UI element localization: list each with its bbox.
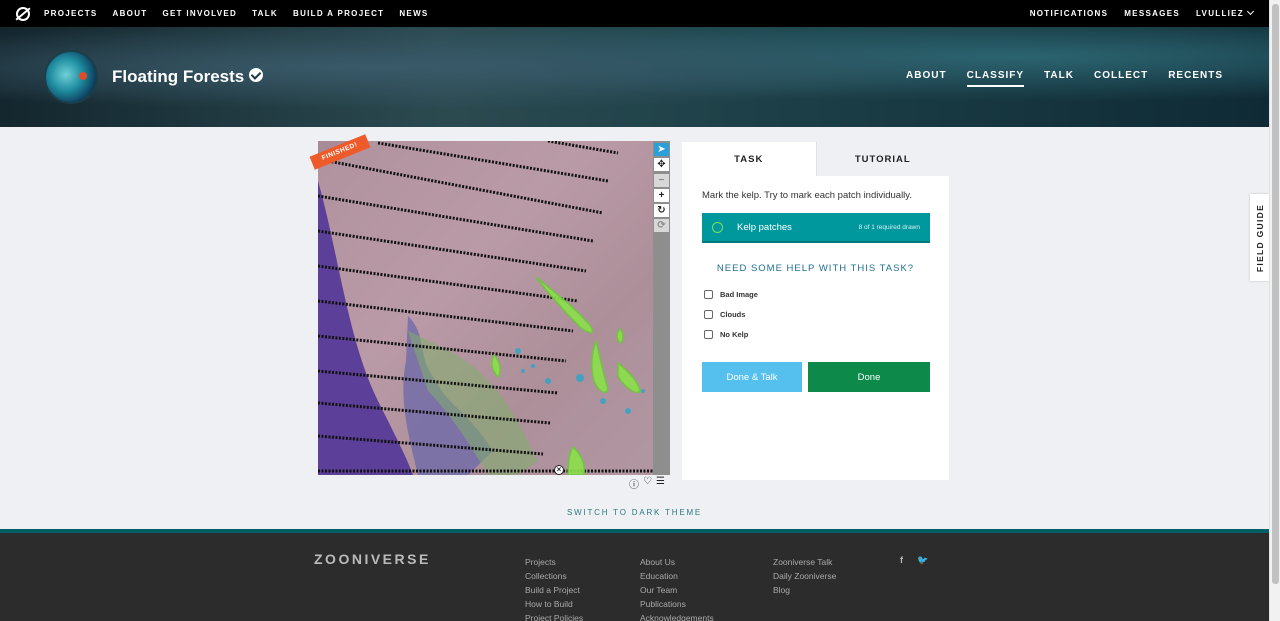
project-title[interactable]: Floating Forests (112, 67, 244, 87)
flag-no-kelp[interactable]: No Kelp (704, 324, 949, 344)
kelp-mark-6 (567, 445, 586, 475)
tab-task[interactable]: TASK (682, 142, 816, 176)
nav-projects[interactable]: PROJECTS (44, 9, 98, 18)
nav-messages[interactable]: MESSAGES (1124, 9, 1180, 18)
tool-count: 8 of 1 required drawn (858, 223, 920, 231)
project-header: Floating Forests ABOUT CLASSIFY TALK COL… (0, 27, 1269, 127)
page-scrollbar[interactable] (1269, 0, 1280, 621)
footer-link[interactable]: Daily Zooniverse (773, 569, 836, 583)
username: LVULLIEZ (1195, 9, 1244, 18)
kelp-mark-1 (535, 276, 594, 334)
footer-link[interactable]: Education (640, 569, 714, 583)
zoom-in-icon[interactable]: + (654, 189, 669, 202)
image-actions: ⓘ ♡ ☰ (629, 476, 665, 491)
zoom-out-icon[interactable]: − (654, 174, 669, 187)
image-toolbar: ➤ ✥ − + ↻ ⟳ (653, 141, 670, 475)
project-nav-talk[interactable]: TALK (1044, 70, 1074, 87)
project-nav-about[interactable]: ABOUT (906, 70, 947, 87)
task-tabs: TASK TUTORIAL (682, 142, 949, 176)
tab-tutorial[interactable]: TUTORIAL (815, 142, 949, 176)
pan-icon[interactable]: ✥ (654, 158, 669, 171)
top-nav: PROJECTS ABOUT GET INVOLVED TALK BUILD A… (0, 0, 1269, 27)
tool-label: Kelp patches (737, 221, 792, 233)
kelp-mark-4 (491, 353, 501, 379)
nav-about[interactable]: ABOUT (113, 9, 148, 18)
footer-col-about: About Us Education Our Team Publications… (640, 555, 714, 621)
zooniverse-brand[interactable]: ZOONIVERSE (314, 551, 431, 567)
field-guide-label: FIELD GUIDE (1254, 203, 1265, 272)
scrollbar-thumb[interactable] (1272, 4, 1279, 584)
project-nav-collect[interactable]: COLLECT (1094, 70, 1148, 87)
done-button[interactable]: Done (808, 362, 930, 392)
footer-link[interactable]: About Us (640, 555, 714, 569)
footer-link[interactable]: How to Build (525, 597, 583, 611)
project-avatar[interactable] (44, 50, 98, 104)
task-actions: Done & Talk Done (702, 362, 930, 392)
project-nav: ABOUT CLASSIFY TALK COLLECT RECENTS (886, 70, 1223, 87)
footer-link[interactable]: Blog (773, 583, 836, 597)
footer-link[interactable]: Build a Project (525, 583, 583, 597)
footer-link[interactable]: Our Team (640, 583, 714, 597)
water-region (318, 181, 413, 475)
collections-list-icon[interactable]: ☰ (656, 476, 665, 491)
kelp-mark-3 (617, 361, 641, 393)
nav-notifications[interactable]: NOTIFICATIONS (1030, 9, 1109, 18)
checkbox[interactable] (704, 309, 713, 319)
user-nav: NOTIFICATIONS MESSAGES LVULLIEZ (1014, 7, 1269, 18)
kelp-patches-tool-button[interactable]: Kelp patches 8 of 1 required drawn (702, 213, 930, 243)
zooniverse-logo-icon[interactable] (16, 6, 30, 21)
subject-image-drawing (318, 141, 653, 475)
flag-bad-image[interactable]: Bad Image (704, 284, 949, 304)
facebook-icon[interactable]: f (900, 555, 903, 566)
project-nav-recents[interactable]: RECENTS (1168, 70, 1223, 87)
footer-link[interactable]: Publications (640, 597, 714, 611)
footer-col-talk: Zooniverse Talk Daily Zooniverse Blog (773, 555, 836, 597)
footer-link[interactable]: Zooniverse Talk (773, 555, 836, 569)
help-link[interactable]: NEED SOME HELP WITH THIS TASK? (682, 263, 949, 274)
social-links: f 🐦 (900, 555, 928, 566)
subject-image[interactable] (318, 141, 653, 475)
nav-build-a-project[interactable]: BUILD A PROJECT (293, 9, 384, 18)
nav-talk[interactable]: TALK (252, 9, 278, 18)
checkbox[interactable] (704, 289, 713, 299)
footer-link[interactable]: Projects (525, 555, 583, 569)
favorite-heart-icon[interactable]: ♡ (643, 476, 652, 491)
verified-check-icon (249, 68, 263, 82)
switch-theme-link[interactable]: SWITCH TO DARK THEME (0, 508, 1269, 517)
chevron-down-icon (1246, 7, 1255, 16)
task-question: Mark the kelp. Try to mark each patch in… (702, 190, 912, 201)
delete-mark-icon[interactable]: × (554, 465, 564, 475)
user-menu[interactable]: LVULLIEZ (1195, 7, 1255, 18)
kelp-tool-icon (712, 221, 723, 233)
kelp-mark-2 (591, 338, 609, 393)
checkbox[interactable] (704, 329, 713, 339)
footer: ZOONIVERSE Projects Collections Build a … (0, 529, 1269, 621)
task-panel: TASK TUTORIAL Mark the kelp. Try to mark… (682, 142, 949, 480)
rotate-icon[interactable]: ↻ (654, 204, 669, 217)
footer-link[interactable]: Collections (525, 569, 583, 583)
project-nav-classify[interactable]: CLASSIFY (966, 70, 1025, 87)
footer-col-projects: Projects Collections Build a Project How… (525, 555, 583, 621)
kelp-mark-5 (616, 327, 624, 344)
reset-icon[interactable]: ⟳ (654, 219, 669, 232)
flags-list: Bad Image Clouds No Kelp (704, 284, 949, 344)
done-and-talk-button[interactable]: Done & Talk (702, 362, 802, 392)
footer-link[interactable]: Acknowledgements (640, 611, 714, 621)
nav-news[interactable]: NEWS (399, 9, 428, 18)
footer-link[interactable]: Project Policies (525, 611, 583, 621)
twitter-icon[interactable]: 🐦 (917, 555, 928, 566)
flag-clouds[interactable]: Clouds (704, 304, 949, 324)
nav-get-involved[interactable]: GET INVOLVED (162, 9, 237, 18)
info-icon[interactable]: ⓘ (629, 476, 639, 491)
field-guide-tab[interactable]: FIELD GUIDE (1250, 194, 1269, 281)
pointer-icon[interactable]: ➤ (654, 143, 669, 156)
